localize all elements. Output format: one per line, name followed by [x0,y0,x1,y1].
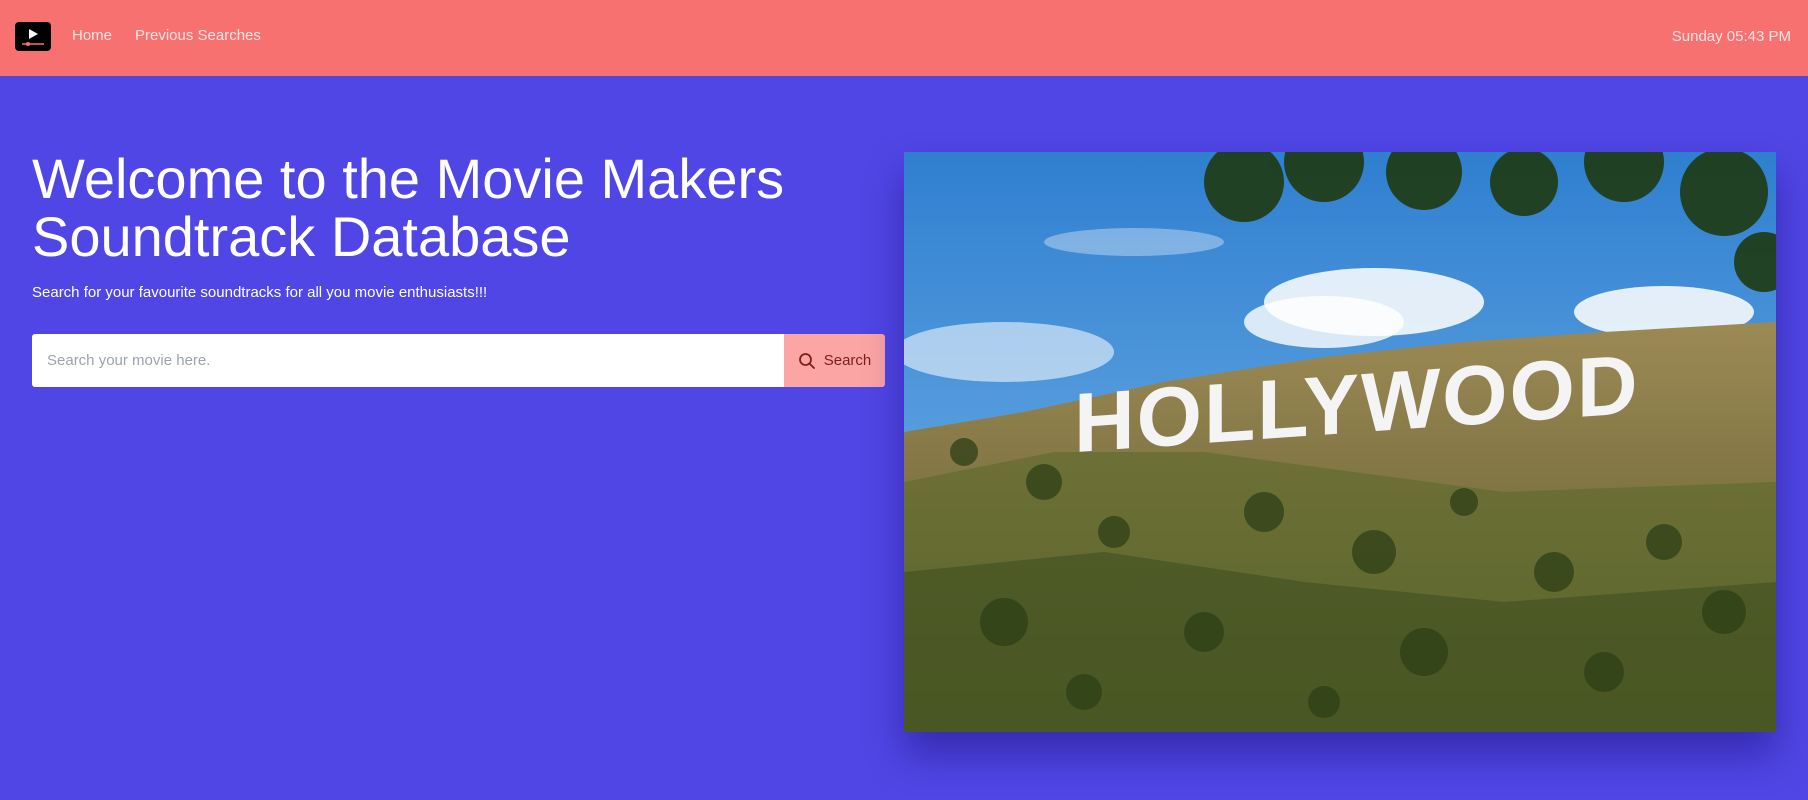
play-icon [22,29,44,46]
page-subtitle: Search for your favourite soundtracks fo… [32,284,488,301]
search-input[interactable] [32,334,784,387]
nav-link-home[interactable]: Home [72,27,112,45]
navbar: Home Previous Searches Sunday 05:43 PM [0,0,1808,76]
search-bar: Search [32,334,885,387]
search-button[interactable]: Search [784,334,885,387]
search-button-label: Search [823,352,872,369]
search-icon [798,352,815,369]
nav-link-previous-searches[interactable]: Previous Searches [135,27,261,45]
hollywood-sign-image: HOLLYWOOD [904,152,1776,732]
logo[interactable] [15,22,51,51]
clock-display: Sunday 05:43 PM [1671,28,1791,45]
page-title: Welcome to the Movie Makers Soundtrack D… [32,147,785,268]
